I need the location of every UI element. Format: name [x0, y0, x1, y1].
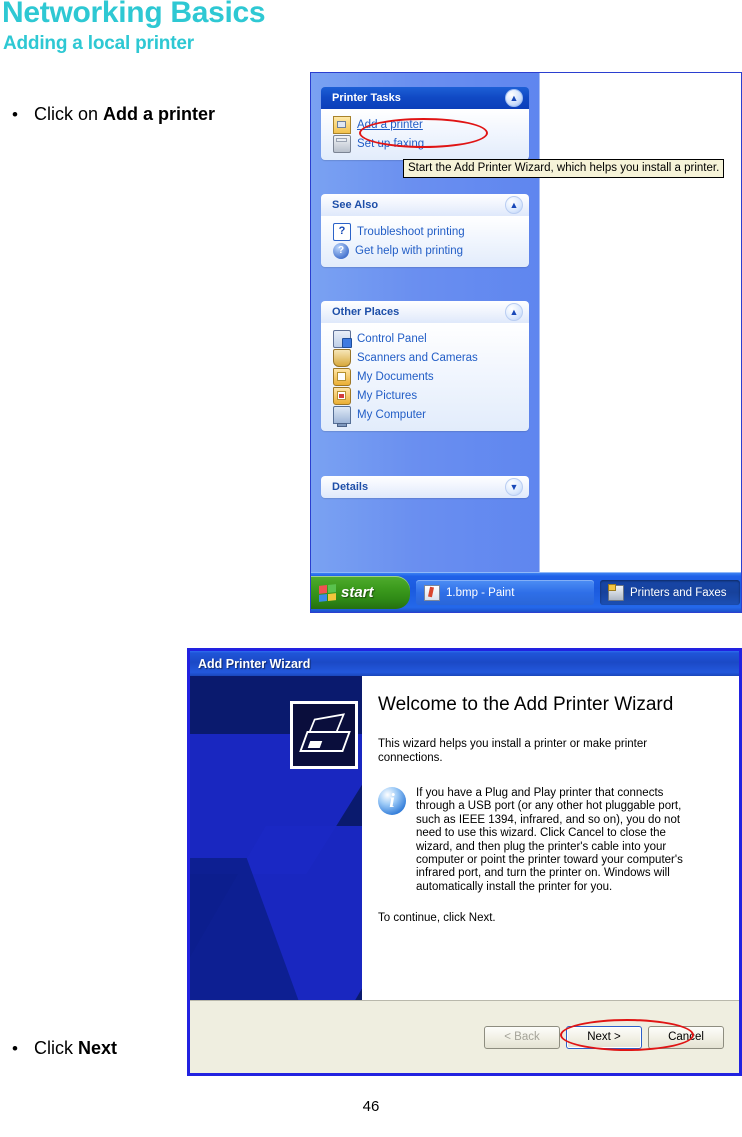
place-item-label: Scanners and Cameras	[357, 351, 478, 364]
explorer-file-area	[539, 73, 741, 575]
printer-wizard-icon	[290, 701, 358, 769]
taskbar-button-label: 1.bmp - Paint	[446, 586, 515, 599]
panel-other-places-title: Other Places	[332, 306, 400, 318]
chevron-up-icon[interactable]: ▲	[505, 303, 523, 321]
windows-logo-icon	[319, 583, 336, 602]
control-panel-icon	[333, 329, 352, 348]
place-item-my-computer[interactable]: My Computer	[321, 405, 529, 427]
tooltip-add-printer-wizard: Start the Add Printer Wizard, which help…	[403, 159, 725, 178]
bullet-marker-icon: •	[12, 1039, 18, 1058]
page-subtitle: Adding a local printer	[3, 33, 194, 54]
panel-details: Details ▼	[321, 476, 529, 498]
panel-printer-tasks: Printer Tasks ▲ Add a printer Set up fax…	[321, 87, 529, 160]
start-button[interactable]: start	[311, 576, 410, 609]
back-button[interactable]: < Back	[484, 1025, 560, 1049]
wizard-content: Welcome to the Add Printer Wizard This w…	[362, 676, 739, 1000]
page-number: 46	[362, 1098, 380, 1115]
info-icon: i	[378, 787, 406, 815]
screenshot-add-printer-wizard: Add Printer Wizard Welcome to the Add Pr…	[187, 648, 742, 1076]
place-item-my-pictures[interactable]: My Pictures	[321, 386, 529, 405]
task-item-troubleshoot-printing[interactable]: ? Troubleshoot printing	[321, 222, 529, 241]
panel-see-also-header[interactable]: See Also ▲	[321, 194, 529, 216]
chevron-up-icon[interactable]: ▲	[505, 89, 523, 107]
screenshot-printers-and-faxes: Printer Tasks ▲ Add a printer Set up fax…	[310, 72, 742, 613]
start-button-label: start	[341, 584, 374, 601]
chevron-up-icon[interactable]: ▲	[505, 196, 523, 214]
my-documents-icon	[333, 367, 351, 386]
place-item-label: My Documents	[357, 370, 434, 383]
my-computer-icon	[333, 406, 351, 427]
cancel-button[interactable]: Cancel	[648, 1025, 724, 1049]
taskbar-button-label: Printers and Faxes	[630, 586, 727, 599]
printer-body	[299, 731, 351, 752]
next-button[interactable]: Next >	[566, 1025, 642, 1049]
place-item-label: Control Panel	[357, 332, 427, 345]
paint-icon	[424, 584, 440, 601]
wizard-footer: < Back Next > Cancel	[190, 1000, 739, 1073]
instruction-bullet-2: • Click Next	[12, 1038, 117, 1059]
place-item-control-panel[interactable]: Control Panel	[321, 329, 529, 348]
place-item-scanners-and-cameras[interactable]: Scanners and Cameras	[321, 348, 529, 367]
panel-printer-tasks-header[interactable]: Printer Tasks ▲	[321, 87, 529, 109]
printer-icon	[608, 583, 624, 601]
my-pictures-icon	[333, 386, 351, 405]
bullet-2-text: Click	[34, 1038, 78, 1058]
help-circle-icon: ?	[333, 242, 349, 259]
page-title: Networking Basics	[2, 0, 266, 29]
wizard-body: Welcome to the Add Printer Wizard This w…	[190, 676, 739, 1000]
place-item-label: My Pictures	[357, 389, 418, 402]
bullet-1-bold: Add a printer	[103, 104, 216, 124]
wizard-note: i If you have a Plug and Play printer th…	[378, 787, 698, 894]
printer-glyph	[299, 713, 351, 755]
panel-other-places-header[interactable]: Other Places ▲	[321, 301, 529, 323]
scanner-icon	[333, 348, 351, 367]
task-item-label: Add a printer	[357, 118, 423, 131]
instruction-bullet-1: • Click on Add a printer	[12, 104, 215, 125]
fax-icon	[333, 134, 351, 153]
bullet-marker-icon: •	[12, 105, 18, 124]
panel-details-title: Details	[332, 481, 369, 493]
panel-see-also-title: See Also	[332, 199, 379, 211]
wizard-paragraph: This wizard helps you install a printer …	[378, 738, 648, 764]
wizard-heading: Welcome to the Add Printer Wizard	[378, 694, 674, 715]
task-item-get-help-with-printing[interactable]: ? Get help with printing	[321, 241, 529, 260]
taskbar-button-printers-and-faxes[interactable]: Printers and Faxes	[600, 580, 740, 605]
panel-printer-tasks-title: Printer Tasks	[332, 92, 401, 104]
wizard-title-bar: Add Printer Wizard	[190, 651, 739, 676]
panel-printer-tasks-body: Add a printer Set up faxing	[321, 109, 529, 160]
wizard-continue-text: To continue, click Next.	[378, 912, 496, 925]
place-item-label: My Computer	[357, 408, 427, 421]
help-question-icon: ?	[333, 222, 351, 241]
place-item-my-documents[interactable]: My Documents	[321, 367, 529, 386]
wizard-title-text: Add Printer Wizard	[198, 656, 311, 671]
wizard-banner	[190, 676, 362, 1000]
wizard-note-text: If you have a Plug and Play printer that…	[416, 787, 683, 893]
task-item-label: Troubleshoot printing	[357, 225, 465, 238]
printer-tray	[307, 741, 323, 748]
chevron-down-icon[interactable]: ▼	[505, 478, 523, 496]
taskbar-button-paint[interactable]: 1.bmp - Paint	[416, 580, 594, 605]
panel-other-places-body: Control Panel Scanners and Cameras My Do…	[321, 323, 529, 431]
task-item-label: Get help with printing	[355, 244, 464, 257]
task-item-add-a-printer[interactable]: Add a printer	[321, 115, 529, 134]
windows-taskbar: start 1.bmp - Paint Printers and Faxes	[311, 572, 741, 612]
panel-see-also: See Also ▲ ? Troubleshoot printing ? Get…	[321, 194, 529, 267]
task-item-label: Set up faxing	[357, 137, 425, 150]
bullet-2-bold: Next	[78, 1038, 118, 1058]
task-item-set-up-faxing[interactable]: Set up faxing	[321, 134, 529, 153]
panel-see-also-body: ? Troubleshoot printing ? Get help with …	[321, 216, 529, 267]
bullet-1-text: Click on	[34, 104, 104, 124]
panel-other-places: Other Places ▲ Control Panel Scanners an…	[321, 301, 529, 431]
add-printer-icon	[333, 115, 351, 134]
panel-details-header[interactable]: Details ▼	[321, 476, 529, 498]
